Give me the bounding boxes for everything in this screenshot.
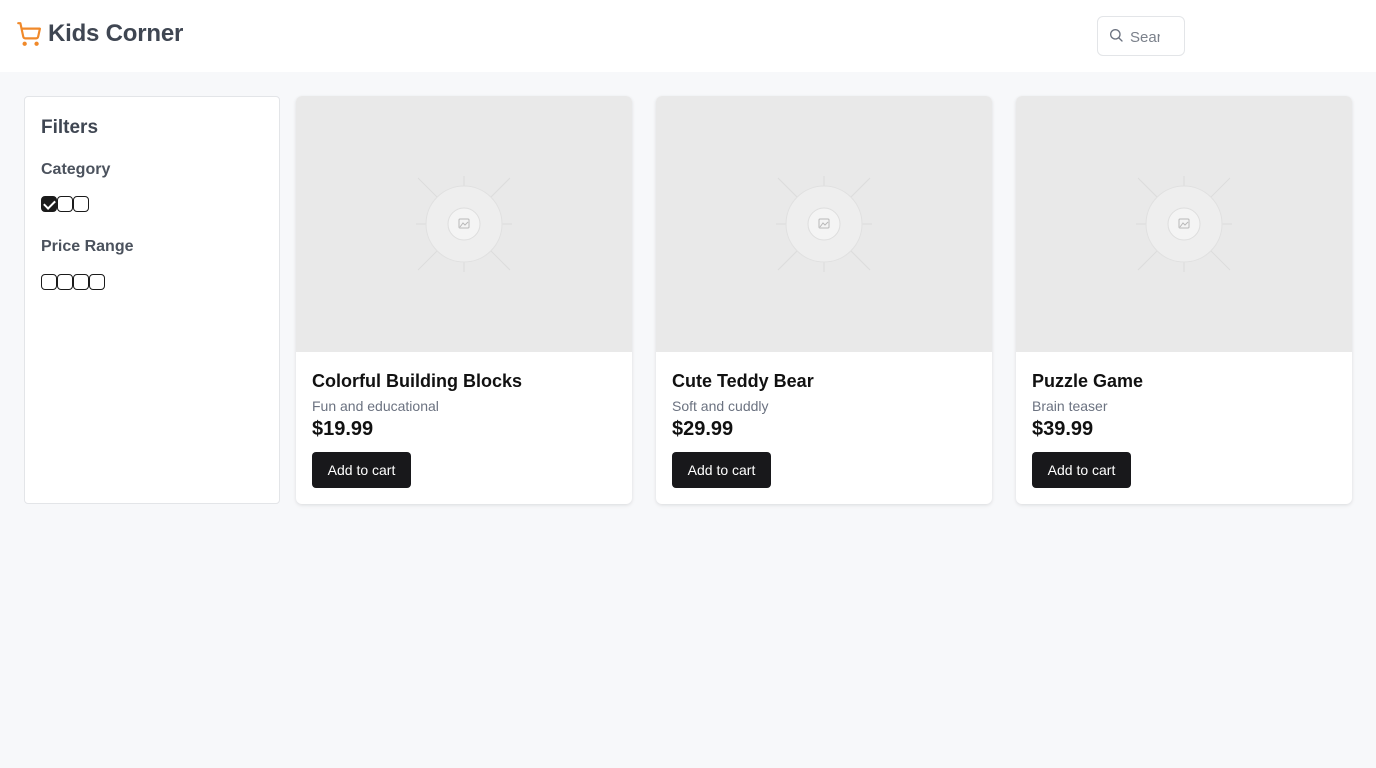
- add-to-cart-button[interactable]: Add to cart: [1032, 452, 1131, 488]
- product-image[interactable]: [656, 96, 992, 352]
- price-range-label: Price Range: [41, 238, 134, 255]
- image-placeholder-icon: [1136, 176, 1232, 272]
- filters-title: Filters: [41, 117, 99, 138]
- brand-title: Kids Corner: [48, 20, 184, 47]
- search-icon: [1110, 29, 1123, 42]
- category-checkboxes: [41, 196, 89, 212]
- product-price: $19.99: [312, 418, 374, 440]
- filters-panel: Filters Category Price Range: [24, 96, 280, 504]
- product-name: Colorful Building Blocks: [312, 371, 522, 391]
- top-header: Kids Corner: [0, 0, 1376, 72]
- category-checkbox-3[interactable]: [73, 196, 89, 212]
- price-range-checkboxes: [41, 274, 105, 290]
- product-description: Soft and cuddly: [672, 398, 769, 414]
- product-card: Cute Teddy Bear Soft and cuddly $29.99 A…: [656, 96, 992, 504]
- price-range-checkbox-2[interactable]: [57, 274, 73, 290]
- add-to-cart-button[interactable]: Add to cart: [672, 452, 771, 488]
- category-checkbox-1[interactable]: [41, 196, 57, 212]
- image-placeholder-icon: [416, 176, 512, 272]
- product-image[interactable]: [296, 96, 632, 352]
- category-label: Category: [41, 161, 111, 178]
- search-box[interactable]: [1097, 16, 1185, 56]
- shopping-cart-icon: [17, 22, 42, 46]
- product-price: $29.99: [672, 418, 734, 440]
- category-checkbox-2[interactable]: [57, 196, 73, 212]
- product-description: Brain teaser: [1032, 398, 1108, 414]
- product-card: Puzzle Game Brain teaser $39.99 Add to c…: [1016, 96, 1352, 504]
- image-placeholder-icon: [776, 176, 872, 272]
- product-image[interactable]: [1016, 96, 1352, 352]
- search-input[interactable]: [1130, 26, 1160, 48]
- brand[interactable]: Kids Corner: [16, 20, 183, 48]
- product-description: Fun and educational: [312, 398, 439, 414]
- product-name: Puzzle Game: [1032, 371, 1144, 391]
- price-range-checkbox-1[interactable]: [41, 274, 57, 290]
- price-range-checkbox-4[interactable]: [89, 274, 105, 290]
- product-name: Cute Teddy Bear: [672, 371, 814, 391]
- product-price: $39.99: [1032, 418, 1094, 440]
- add-to-cart-button[interactable]: Add to cart: [312, 452, 411, 488]
- price-range-checkbox-3[interactable]: [73, 274, 89, 290]
- product-card: Colorful Building Blocks Fun and educati…: [296, 96, 632, 504]
